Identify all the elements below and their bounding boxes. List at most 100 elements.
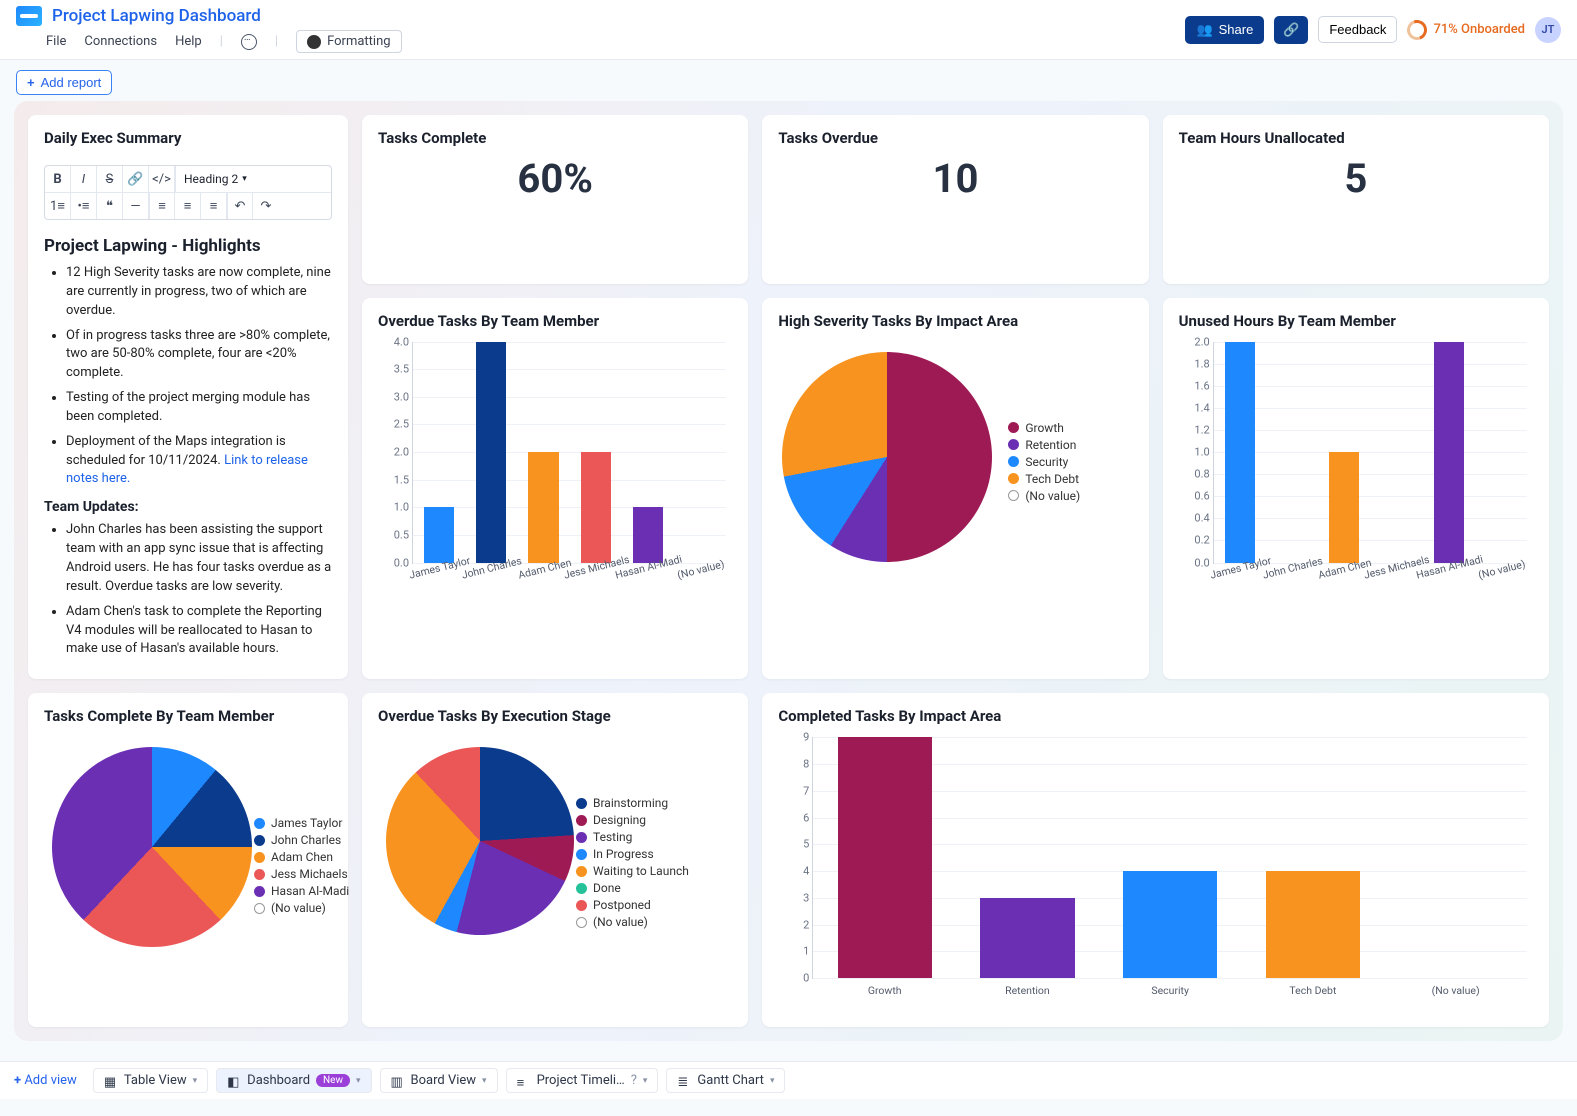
- code-button[interactable]: </>: [149, 166, 175, 192]
- ordered-list-button[interactable]: 1≡: [45, 193, 71, 219]
- help-icon[interactable]: ?: [631, 1073, 637, 1088]
- y-axis-tick: 1.4: [1182, 401, 1210, 414]
- chevron-down-icon[interactable]: ▾: [482, 1076, 487, 1086]
- heading-select[interactable]: Heading 2 ▾: [175, 166, 255, 192]
- people-icon: 👥: [1196, 22, 1212, 38]
- hr-button[interactable]: —: [123, 193, 149, 219]
- legend-swatch-icon: [254, 903, 265, 914]
- menu-help[interactable]: Help: [175, 34, 202, 49]
- kpi-tasks-complete: Tasks Complete 60%: [362, 115, 748, 284]
- legend-label: Brainstorming: [593, 796, 668, 810]
- bar: [980, 898, 1074, 978]
- topbar: Project Lapwing Dashboard File Connectio…: [0, 0, 1577, 60]
- view-tab-gantt-chart[interactable]: ≣Gantt Chart▾: [666, 1068, 785, 1093]
- feedback-button[interactable]: Feedback: [1318, 16, 1397, 43]
- redo-button[interactable]: ↷: [253, 193, 279, 219]
- y-axis-tick: 2.0: [381, 446, 409, 459]
- chevron-down-icon[interactable]: ▾: [643, 1076, 648, 1086]
- menu-file[interactable]: File: [46, 34, 66, 49]
- legend-swatch-icon: [576, 798, 587, 809]
- bar: [633, 507, 663, 562]
- chat-icon[interactable]: [241, 34, 257, 50]
- chevron-down-icon[interactable]: ▾: [193, 1076, 198, 1086]
- add-view-button[interactable]: + Add view: [14, 1073, 77, 1088]
- chevron-down-icon[interactable]: ▾: [770, 1076, 775, 1086]
- x-axis-label: Security: [1151, 984, 1189, 997]
- y-axis-tick: 3: [781, 891, 809, 904]
- align-left-button[interactable]: ≡: [149, 193, 175, 219]
- y-axis-tick: 2: [781, 918, 809, 931]
- tasks-complete-pie-card: Tasks Complete By Team Member James Tayl…: [28, 693, 348, 1027]
- y-axis-tick: 2.0: [1182, 335, 1210, 348]
- summary-body[interactable]: Project Lapwing - Highlights 12 High Sev…: [44, 230, 332, 665]
- onboarding-label: 71% Onboarded: [1433, 22, 1525, 37]
- overdue-by-member-card: Overdue Tasks By Team Member 0.00.51.01.…: [362, 298, 748, 680]
- view-tab-project-timeli-[interactable]: ≡Project Timeli…?▾: [506, 1068, 659, 1093]
- legend-swatch-icon: [1008, 439, 1019, 450]
- legend-label: (No value): [271, 901, 326, 915]
- highlight-item: Testing of the project merging module ha…: [66, 389, 332, 427]
- kpi-value: 5: [1179, 155, 1533, 202]
- menu-connections[interactable]: Connections: [84, 34, 157, 49]
- onboarding-status[interactable]: 71% Onboarded: [1407, 20, 1525, 40]
- release-notes-link[interactable]: Link to release notes here.: [66, 453, 308, 487]
- unordered-list-button[interactable]: •≡: [71, 193, 97, 219]
- y-axis-tick: 6: [781, 811, 809, 824]
- menu-separator: |: [275, 34, 278, 49]
- y-axis-tick: 0.5: [381, 528, 409, 541]
- pie: [52, 747, 252, 947]
- strikethrough-button[interactable]: S: [97, 166, 123, 192]
- legend-swatch-icon: [576, 883, 587, 894]
- legend-item: (No value): [1008, 489, 1080, 503]
- bar: [424, 507, 454, 562]
- bar: [476, 342, 506, 563]
- legend-swatch-icon: [1008, 473, 1019, 484]
- dashboard-grid: Daily Exec Summary B I S 🔗 </> Heading 2…: [14, 101, 1563, 1041]
- legend-label: Growth: [1025, 421, 1064, 435]
- y-axis-tick: 1.0: [381, 501, 409, 514]
- legend-swatch-icon: [576, 900, 587, 911]
- y-axis-tick: 1: [781, 945, 809, 958]
- plus-icon: +: [14, 1073, 21, 1088]
- legend-swatch-icon: [1008, 422, 1019, 433]
- quote-button[interactable]: ❝: [97, 193, 123, 219]
- gantt-icon: ≣: [677, 1075, 691, 1087]
- legend-label: Retention: [1025, 438, 1076, 452]
- unused-hours-card: Unused Hours By Team Member 0.00.20.40.6…: [1163, 298, 1549, 680]
- legend-label: Hasan Al-Madi: [271, 884, 349, 898]
- view-tab-board-view[interactable]: ▥Board View▾: [380, 1068, 498, 1093]
- x-axis-label: (No value): [676, 557, 726, 581]
- highlight-item: 12 High Severity tasks are now complete,…: [66, 264, 332, 321]
- view-tab-table-view[interactable]: ▦Table View▾: [93, 1068, 208, 1093]
- view-tab-dashboard[interactable]: ◧DashboardNew▾: [216, 1068, 371, 1093]
- italic-button[interactable]: I: [71, 166, 97, 192]
- bold-button[interactable]: B: [45, 166, 71, 192]
- undo-button[interactable]: ↶: [227, 193, 253, 219]
- add-report-button[interactable]: + Add report: [16, 70, 112, 95]
- avatar[interactable]: JT: [1535, 17, 1561, 43]
- legend-item: Brainstorming: [576, 796, 689, 810]
- copy-link-button[interactable]: 🔗: [1274, 16, 1308, 44]
- pie-chart: BrainstormingDesigningTestingIn Progress…: [378, 733, 732, 1013]
- summary-heading: Project Lapwing - Highlights: [44, 236, 332, 256]
- legend-item: Jess Michaels: [254, 867, 349, 881]
- align-right-button[interactable]: ≡: [201, 193, 227, 219]
- y-axis-tick: 0: [781, 972, 809, 985]
- bar: [528, 452, 558, 563]
- pie: [386, 747, 574, 935]
- share-button[interactable]: 👥 Share: [1185, 16, 1264, 44]
- align-center-button[interactable]: ≡: [175, 193, 201, 219]
- bar: [1266, 871, 1360, 978]
- y-axis-tick: 1.8: [1182, 357, 1210, 370]
- heading-select-label: Heading 2: [184, 172, 238, 186]
- legend-label: Jess Michaels: [271, 867, 348, 881]
- card-title: Overdue Tasks By Execution Stage: [378, 707, 732, 725]
- link-button[interactable]: 🔗: [123, 166, 149, 192]
- card-title: Daily Exec Summary: [44, 129, 332, 147]
- bar: [1123, 871, 1217, 978]
- x-axis-label: Tech Debt: [1289, 984, 1336, 997]
- bar-chart: 0.00.51.01.52.02.53.03.54.0James TaylorJ…: [378, 338, 732, 598]
- chevron-down-icon[interactable]: ▾: [356, 1076, 361, 1086]
- progress-ring-icon: [1404, 16, 1431, 43]
- formatting-button[interactable]: Formatting: [296, 30, 402, 53]
